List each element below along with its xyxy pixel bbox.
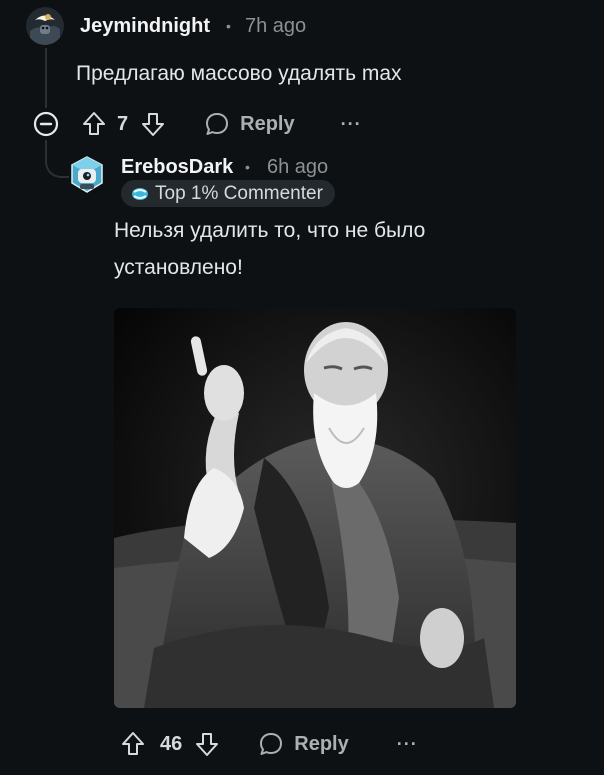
comment-body: Предлагаю массово удалять max <box>76 62 402 85</box>
commenter-badge-icon <box>132 187 148 200</box>
collapse-thread-button[interactable] <box>33 111 59 137</box>
more-options-button[interactable]: ··· <box>397 734 418 755</box>
comment-actions: 46 Reply ··· <box>120 728 418 760</box>
arrow-down-icon <box>142 113 165 136</box>
arrow-up-icon <box>122 732 144 755</box>
arrow-up-icon <box>83 112 105 135</box>
badge-label: Top 1% Commenter <box>155 182 323 204</box>
achievement-badge[interactable]: Top 1% Commenter <box>121 180 335 207</box>
comment-body-line: Нельзя удалить то, что не было <box>114 219 426 242</box>
downvote-button[interactable] <box>194 730 220 758</box>
comment-body: Нельзя удалить то, что не было установле… <box>114 212 425 286</box>
upvote-button[interactable] <box>120 730 146 758</box>
old-man-pointing-image <box>114 308 516 708</box>
avatar[interactable] <box>26 7 64 45</box>
avatar[interactable] <box>68 155 106 195</box>
downvote-button[interactable] <box>140 110 166 138</box>
arrow-down-icon <box>196 733 219 756</box>
upvote-button[interactable] <box>81 110 107 138</box>
comment-body-line: установлено! <box>114 256 243 279</box>
robot-avatar-icon <box>71 156 103 193</box>
reply-label: Reply <box>240 112 295 135</box>
comment-bubble-icon <box>260 733 283 755</box>
comment-timestamp[interactable]: 6h ago <box>267 156 328 179</box>
comment-thread: Jeymindnight • 7h ago Предлагаю массово … <box>0 0 604 775</box>
minus-circle-icon <box>33 111 59 137</box>
separator-dot: • <box>226 18 231 34</box>
user-avatar-icon <box>26 7 64 45</box>
thread-line[interactable] <box>45 48 47 108</box>
more-options-button[interactable]: ··· <box>341 114 362 135</box>
separator-dot: • <box>245 159 250 175</box>
thread-connector <box>45 140 69 178</box>
vote-count: 7 <box>117 112 129 135</box>
comment-bubble-icon <box>206 113 229 135</box>
comment-author[interactable]: Jeymindnight <box>80 15 210 38</box>
comment-actions: 7 Reply ··· <box>33 108 362 140</box>
reply-label: Reply <box>294 732 349 755</box>
comment-image[interactable] <box>114 308 516 708</box>
vote-count: 46 <box>160 732 183 755</box>
reply-button[interactable]: Reply <box>204 111 295 137</box>
comment-author[interactable]: ErebosDark <box>121 156 233 179</box>
reply-button[interactable]: Reply <box>258 731 349 757</box>
comment-timestamp[interactable]: 7h ago <box>245 15 306 38</box>
